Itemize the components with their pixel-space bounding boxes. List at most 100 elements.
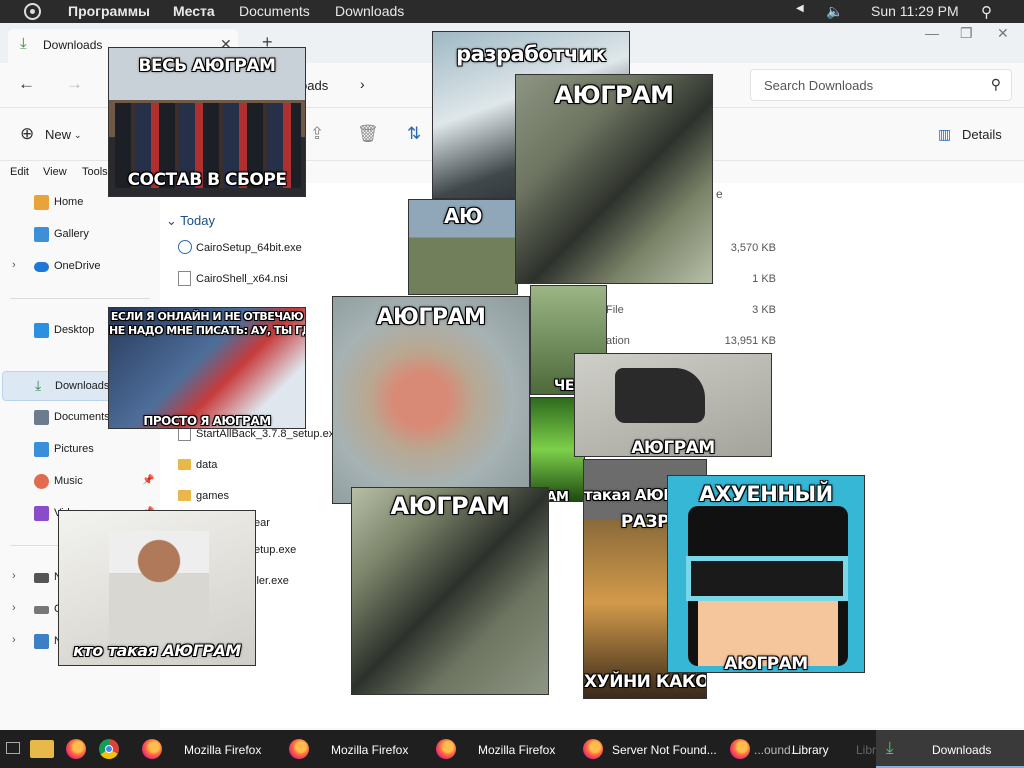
taskbar-item-firefox[interactable]: Mozilla Firefox	[136, 730, 281, 768]
taskbar-item-library[interactable]: Library Libra	[786, 730, 883, 768]
tab-title: Downloads	[43, 38, 103, 52]
network-icon	[34, 634, 49, 649]
meme-caption: АЮГРАМ	[554, 81, 674, 109]
meme-popup[interactable]: АЮГРАМ	[332, 296, 530, 504]
details-pane-icon[interactable]: ▥	[938, 126, 951, 143]
taskbar-label: Downloads	[932, 743, 992, 757]
meme-popup[interactable]: АЮ	[408, 199, 518, 295]
group-header-today[interactable]: ⌄ Today	[166, 213, 215, 229]
meme-popup[interactable]: ВЕСЬ АЮГРАМ СОСТАВ В СБОРЕ	[108, 47, 306, 197]
file-name: CairoShell_x64.nsi	[196, 273, 288, 285]
firefox-icon	[730, 739, 750, 759]
file-name: data	[196, 459, 218, 471]
pin-icon[interactable]: 📌	[142, 475, 154, 486]
firefox-icon	[142, 739, 162, 759]
taskbar-label: Server Not Found...	[612, 743, 717, 757]
folder-icon	[178, 459, 191, 470]
new-icon[interactable]: ⊕	[20, 124, 34, 144]
taskbar: Mozilla Firefox Mozilla Firefox Mozilla …	[0, 730, 1024, 768]
taskbar-item-downloads[interactable]: ⤓ Downloads	[876, 730, 1024, 768]
taskbar-item-firefox[interactable]: ...ound...	[724, 730, 801, 768]
menu-view[interactable]: View	[43, 166, 67, 178]
menu-programs[interactable]: Программы	[68, 3, 150, 19]
chrome-icon[interactable]	[99, 739, 119, 759]
taskbar-label: Mozilla Firefox	[478, 743, 556, 757]
activities-icon[interactable]	[24, 3, 41, 20]
menu-edit[interactable]: Edit	[10, 166, 29, 178]
sidebar-item-pictures[interactable]: Pictures	[0, 435, 155, 465]
forward-icon[interactable]: →	[66, 74, 83, 94]
taskbar-item-firefox[interactable]: Mozilla Firefox	[430, 730, 575, 768]
group-label: Today	[180, 213, 215, 228]
menu-downloads[interactable]: Downloads	[335, 3, 404, 19]
file-size: 3,570 KB	[730, 242, 776, 254]
taskbar-item-firefox[interactable]: Mozilla Firefox	[283, 730, 428, 768]
photo-man	[109, 531, 209, 651]
divider	[10, 298, 150, 299]
minimize-icon[interactable]: —	[925, 25, 939, 41]
drive-icon	[34, 606, 49, 614]
meme-caption: АХУЕННЫЙ	[699, 482, 833, 506]
meme-popup[interactable]: АЮГРАМ	[351, 487, 549, 695]
taskbar-label: Library	[792, 743, 829, 757]
chevron-down-icon[interactable]: ⌄	[166, 213, 177, 228]
meme-caption: АЮГРАМ	[631, 438, 715, 457]
sidebar-item-onedrive[interactable]: › OneDrive	[0, 252, 155, 282]
file-icon	[178, 271, 191, 286]
sidebar-item-music[interactable]: Music 📌	[0, 467, 155, 497]
chevron-right-icon[interactable]: ›	[12, 602, 16, 614]
share-icon[interactable]: ⇪	[310, 124, 324, 144]
search-icon[interactable]: ⚲	[981, 3, 992, 21]
clock[interactable]: Sun 11:29 PM	[871, 3, 959, 19]
back-icon[interactable]: ←	[18, 74, 35, 94]
chevron-right-icon[interactable]: ›	[12, 570, 16, 582]
installer-icon	[178, 240, 192, 254]
chevron-right-icon[interactable]: ›	[360, 76, 365, 92]
file-name: StartAllBack_3.7.8_setup.exe	[196, 428, 341, 440]
menu-places[interactable]: Места	[173, 3, 215, 19]
meme-caption: ВЕСЬ АЮГРАМ	[138, 56, 276, 76]
meme-caption: АЮГРАМ	[724, 654, 808, 673]
sort-icon[interactable]: ⇅	[407, 124, 421, 144]
menu-documents[interactable]: Documents	[239, 3, 310, 19]
chevron-right-icon[interactable]: ›	[12, 634, 16, 646]
close-window-icon[interactable]: ✕	[997, 25, 1009, 42]
taskbar-item-server-not-found[interactable]: Server Not Found...	[577, 730, 722, 768]
download-icon: ⤓	[886, 738, 894, 757]
meme-caption: СОСТАВ В СБОРЕ	[127, 170, 287, 190]
search-icon[interactable]: ⚲	[991, 76, 1001, 93]
column-header[interactable]: e	[716, 187, 723, 201]
sidebar-item-gallery[interactable]: Gallery	[0, 220, 155, 250]
sidebar-item-label: Documents	[54, 411, 110, 423]
chevron-right-icon[interactable]: ›	[12, 259, 16, 271]
volume-icon[interactable]: 🔈	[826, 3, 843, 20]
meme-caption: АЮГРАМ	[390, 492, 510, 520]
new-button[interactable]: New	[45, 127, 71, 142]
file-type: File	[606, 304, 624, 316]
meme-popup[interactable]: кто такая АЮГРАМ	[58, 510, 256, 666]
search-input[interactable]: Search Downloads	[764, 78, 873, 93]
show-desktop-icon[interactable]	[6, 742, 20, 754]
file-size: 13,951 KB	[724, 335, 776, 347]
meme-popup[interactable]: АЮГРАМ	[574, 353, 772, 457]
search-box[interactable]: Search Downloads ⚲	[750, 69, 1012, 101]
meme-popup[interactable]: АЮГРАМ	[515, 74, 713, 284]
delete-icon[interactable]: 🗑	[357, 124, 379, 144]
firefox-icon	[436, 739, 456, 759]
meme-popup[interactable]: ЕСЛИ Я ОНЛАЙН И НЕ ОТВЕЧАЮ НЕ НАДО МНЕ П…	[108, 307, 306, 429]
drive-icon	[34, 573, 49, 583]
menu-tools[interactable]: Tools	[82, 166, 108, 178]
meme-caption: ЕСЛИ Я ОНЛАЙН И НЕ ОТВЕЧАЮ	[110, 310, 304, 323]
sunglasses-icon	[686, 556, 848, 601]
chevron-down-icon[interactable]: ⌄	[74, 130, 82, 141]
details-button[interactable]: Details	[962, 127, 1002, 142]
left-arrow-icon[interactable]: ◀	[796, 3, 804, 14]
firefox-icon[interactable]	[66, 739, 86, 759]
meme-popup[interactable]: АХУЕННЫЙ АЮГРАМ	[667, 475, 865, 673]
download-icon: ⤓	[35, 377, 42, 393]
meme-caption: ПРОСТО Я АЮГРАМ	[143, 414, 271, 428]
maximize-icon[interactable]: ❐	[960, 25, 973, 42]
meme-caption: разработчик	[456, 42, 606, 66]
file-name: ear	[254, 517, 270, 529]
folder-icon[interactable]	[30, 740, 54, 758]
